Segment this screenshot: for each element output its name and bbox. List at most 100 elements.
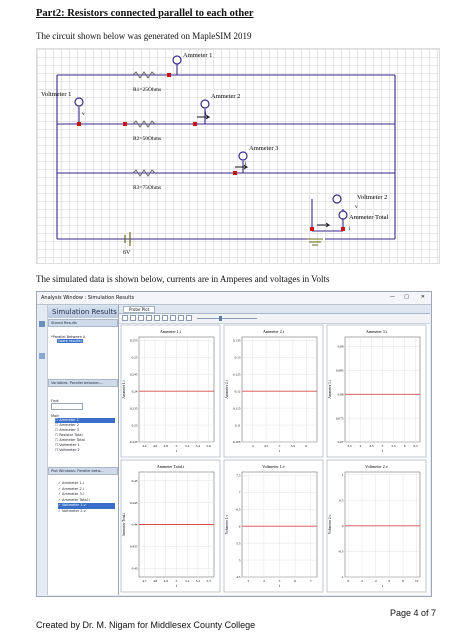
x-tick-label: 2 [361, 579, 363, 583]
zoom-box-icon[interactable] [154, 315, 160, 321]
variable-item[interactable]: ☐ Voltmeter 2 [55, 448, 115, 453]
y-tick-label: 0.25 [132, 356, 138, 360]
x-tick-label: 6 [305, 444, 307, 448]
chart-panel: Voltmeter 2.v 0 2 4 6 8 10 -1 -0.5 0 0.5 1 Voltmeter… [326, 459, 427, 593]
chart-panel: Ammeter 2.i 4 4.5 5 5.5 6 0.105 0.11 0.115 0.12 0.… [223, 324, 324, 458]
plot-toolbar [119, 314, 430, 324]
zoom-out-icon[interactable] [146, 315, 152, 321]
r3-label: R3=75Ohms [133, 185, 161, 191]
legend-icon[interactable] [178, 315, 184, 321]
close-button[interactable]: ✕ [421, 294, 425, 300]
x-tick-label: 3.5 [347, 444, 352, 448]
y-tick-label: 0.135 [233, 339, 241, 343]
y-tick-label: 7 [239, 491, 241, 495]
ammeter-total-label: Ammeter Total [349, 214, 389, 221]
x-tick-label: 10 [415, 579, 419, 583]
x-tick-label: 4 [375, 579, 377, 583]
time-slider-handle[interactable] [219, 316, 222, 321]
grid-icon[interactable] [170, 315, 176, 321]
x-tick-label: 5 [279, 444, 281, 448]
chart-panel: Ammeter 1.i 4.4 4.6 4.8 5 5.2 5.4 5.6 0.225 0.23 0… [120, 324, 221, 458]
y-tick-label: 0.255 [130, 339, 138, 343]
probe-plot-tab[interactable]: Probe Plot [123, 306, 156, 313]
plot-box [344, 471, 421, 578]
y-tick-label: 5 [239, 558, 241, 562]
x-tick-label: 5 [382, 444, 384, 448]
x-tick-label: 6 [404, 444, 406, 448]
x-tick-label: 5.3 [207, 579, 212, 583]
plot-windows-header[interactable]: Plot Windows: Parallel betw... [48, 467, 118, 475]
y-tick-label: 0.43 [132, 566, 138, 570]
y-tick-label: 0.075 [336, 416, 344, 420]
info-icon[interactable] [186, 315, 192, 321]
x-tick-label: 4 [360, 444, 362, 448]
variables-header[interactable]: Variables: Parallel between... [48, 379, 118, 387]
y-tick-label: 0.12 [235, 389, 241, 393]
y-tick-label: 0.07 [338, 440, 344, 444]
find-input[interactable] [51, 403, 83, 410]
y-tick-label: 0.13 [235, 356, 241, 360]
x-tick-label: 4.5 [369, 444, 374, 448]
y-tick-label: -1 [341, 575, 344, 579]
x-tick-label: 5.6 [207, 444, 212, 448]
plot-icon[interactable] [39, 353, 45, 359]
y-tick-label: 4.5 [236, 575, 241, 579]
plot-windows-pane: Plot Windows: Parallel betw... ✓ Ammeter… [48, 467, 118, 527]
x-tick-label: 5.5 [391, 444, 396, 448]
x-tick-label: 4.9 [164, 579, 169, 583]
x-tick-label: 7 [310, 579, 312, 583]
ammeter1-label: Ammeter 1 [183, 52, 212, 59]
plot-item[interactable]: ✓ Voltmeter 2.v [58, 509, 115, 515]
y-tick-label: 0.08 [338, 392, 344, 396]
stored-results-pane: Stored Results *Parallel Between A (work… [48, 319, 118, 377]
y-tick-label: 0.11 [235, 423, 241, 427]
chart-title: Ammeter 1.i [160, 329, 182, 334]
x-tick-label: 4.8 [164, 444, 169, 448]
footer-credit: Created by Dr. M. Nigam for Middlesex Co… [36, 620, 256, 630]
sidebar-icon-column [38, 305, 48, 595]
voltmeter1-v-symbol: v [82, 111, 85, 117]
ammeter-total-i-symbol: i [349, 226, 351, 232]
simulation-results-title: Simulation Results [52, 308, 117, 316]
y-tick-label: 0.115 [233, 406, 241, 410]
results-icon[interactable] [39, 321, 45, 327]
r1-label: R1=25Ohms [133, 87, 161, 93]
minimize-button[interactable]: — [390, 294, 395, 300]
simulation-window: Analysis Window : Simulation Results — □… [36, 291, 432, 597]
ammeter2-i-symbol: i [205, 111, 207, 117]
y-tick-label: 0.23 [132, 423, 138, 427]
y-tick-label: 1 [342, 473, 344, 477]
x-tick-label: 6 [388, 579, 390, 583]
y-tick-label: 6 [239, 524, 241, 528]
y-tick-label: 0.45 [132, 479, 138, 483]
voltmeter2-label: Voltmeter 2 [357, 194, 387, 201]
section-heading: Part2: Resistors connected parallel to e… [36, 8, 254, 19]
zoom-in-icon[interactable] [138, 315, 144, 321]
results-sidebar: Simulation Results Stored Results *Paral… [38, 305, 119, 595]
y-axis-label: Voltmeter 2.v [328, 515, 332, 535]
chart-title: Voltmeter 2.v [365, 464, 389, 469]
x-tick-label: 5 [176, 444, 178, 448]
x-tick-label: 5.1 [185, 579, 190, 583]
x-tick-label: 4.7 [142, 579, 147, 583]
variables-pane: Variables: Parallel between... Find: Mai… [48, 379, 118, 465]
x-tick-label: 4 [263, 579, 265, 583]
fit-icon[interactable] [162, 315, 168, 321]
maximize-button[interactable]: □ [404, 294, 409, 300]
simulation-caption: The simulated data is shown below, curre… [36, 274, 330, 284]
x-tick-label: 5.2 [196, 579, 201, 583]
stored-result-subitem[interactable]: (work results) [57, 339, 84, 343]
x-tick-label: 4.4 [142, 444, 147, 448]
source-label: 6V [123, 250, 131, 256]
y-tick-label: 6.5 [236, 507, 241, 511]
voltmeter1-label: Voltmeter 1 [41, 91, 71, 98]
time-slider[interactable] [197, 318, 257, 319]
stored-results-header[interactable]: Stored Results [48, 319, 118, 327]
y-tick-label: 7.5 [236, 474, 241, 478]
x-tick-label: 6 [294, 579, 296, 583]
y-tick-label: 0.435 [130, 545, 138, 549]
x-tick-label: 4.6 [153, 444, 158, 448]
window-title: Analysis Window : Simulation Results [41, 295, 135, 301]
pointer-tool-icon[interactable] [122, 315, 128, 321]
pan-tool-icon[interactable] [130, 315, 136, 321]
